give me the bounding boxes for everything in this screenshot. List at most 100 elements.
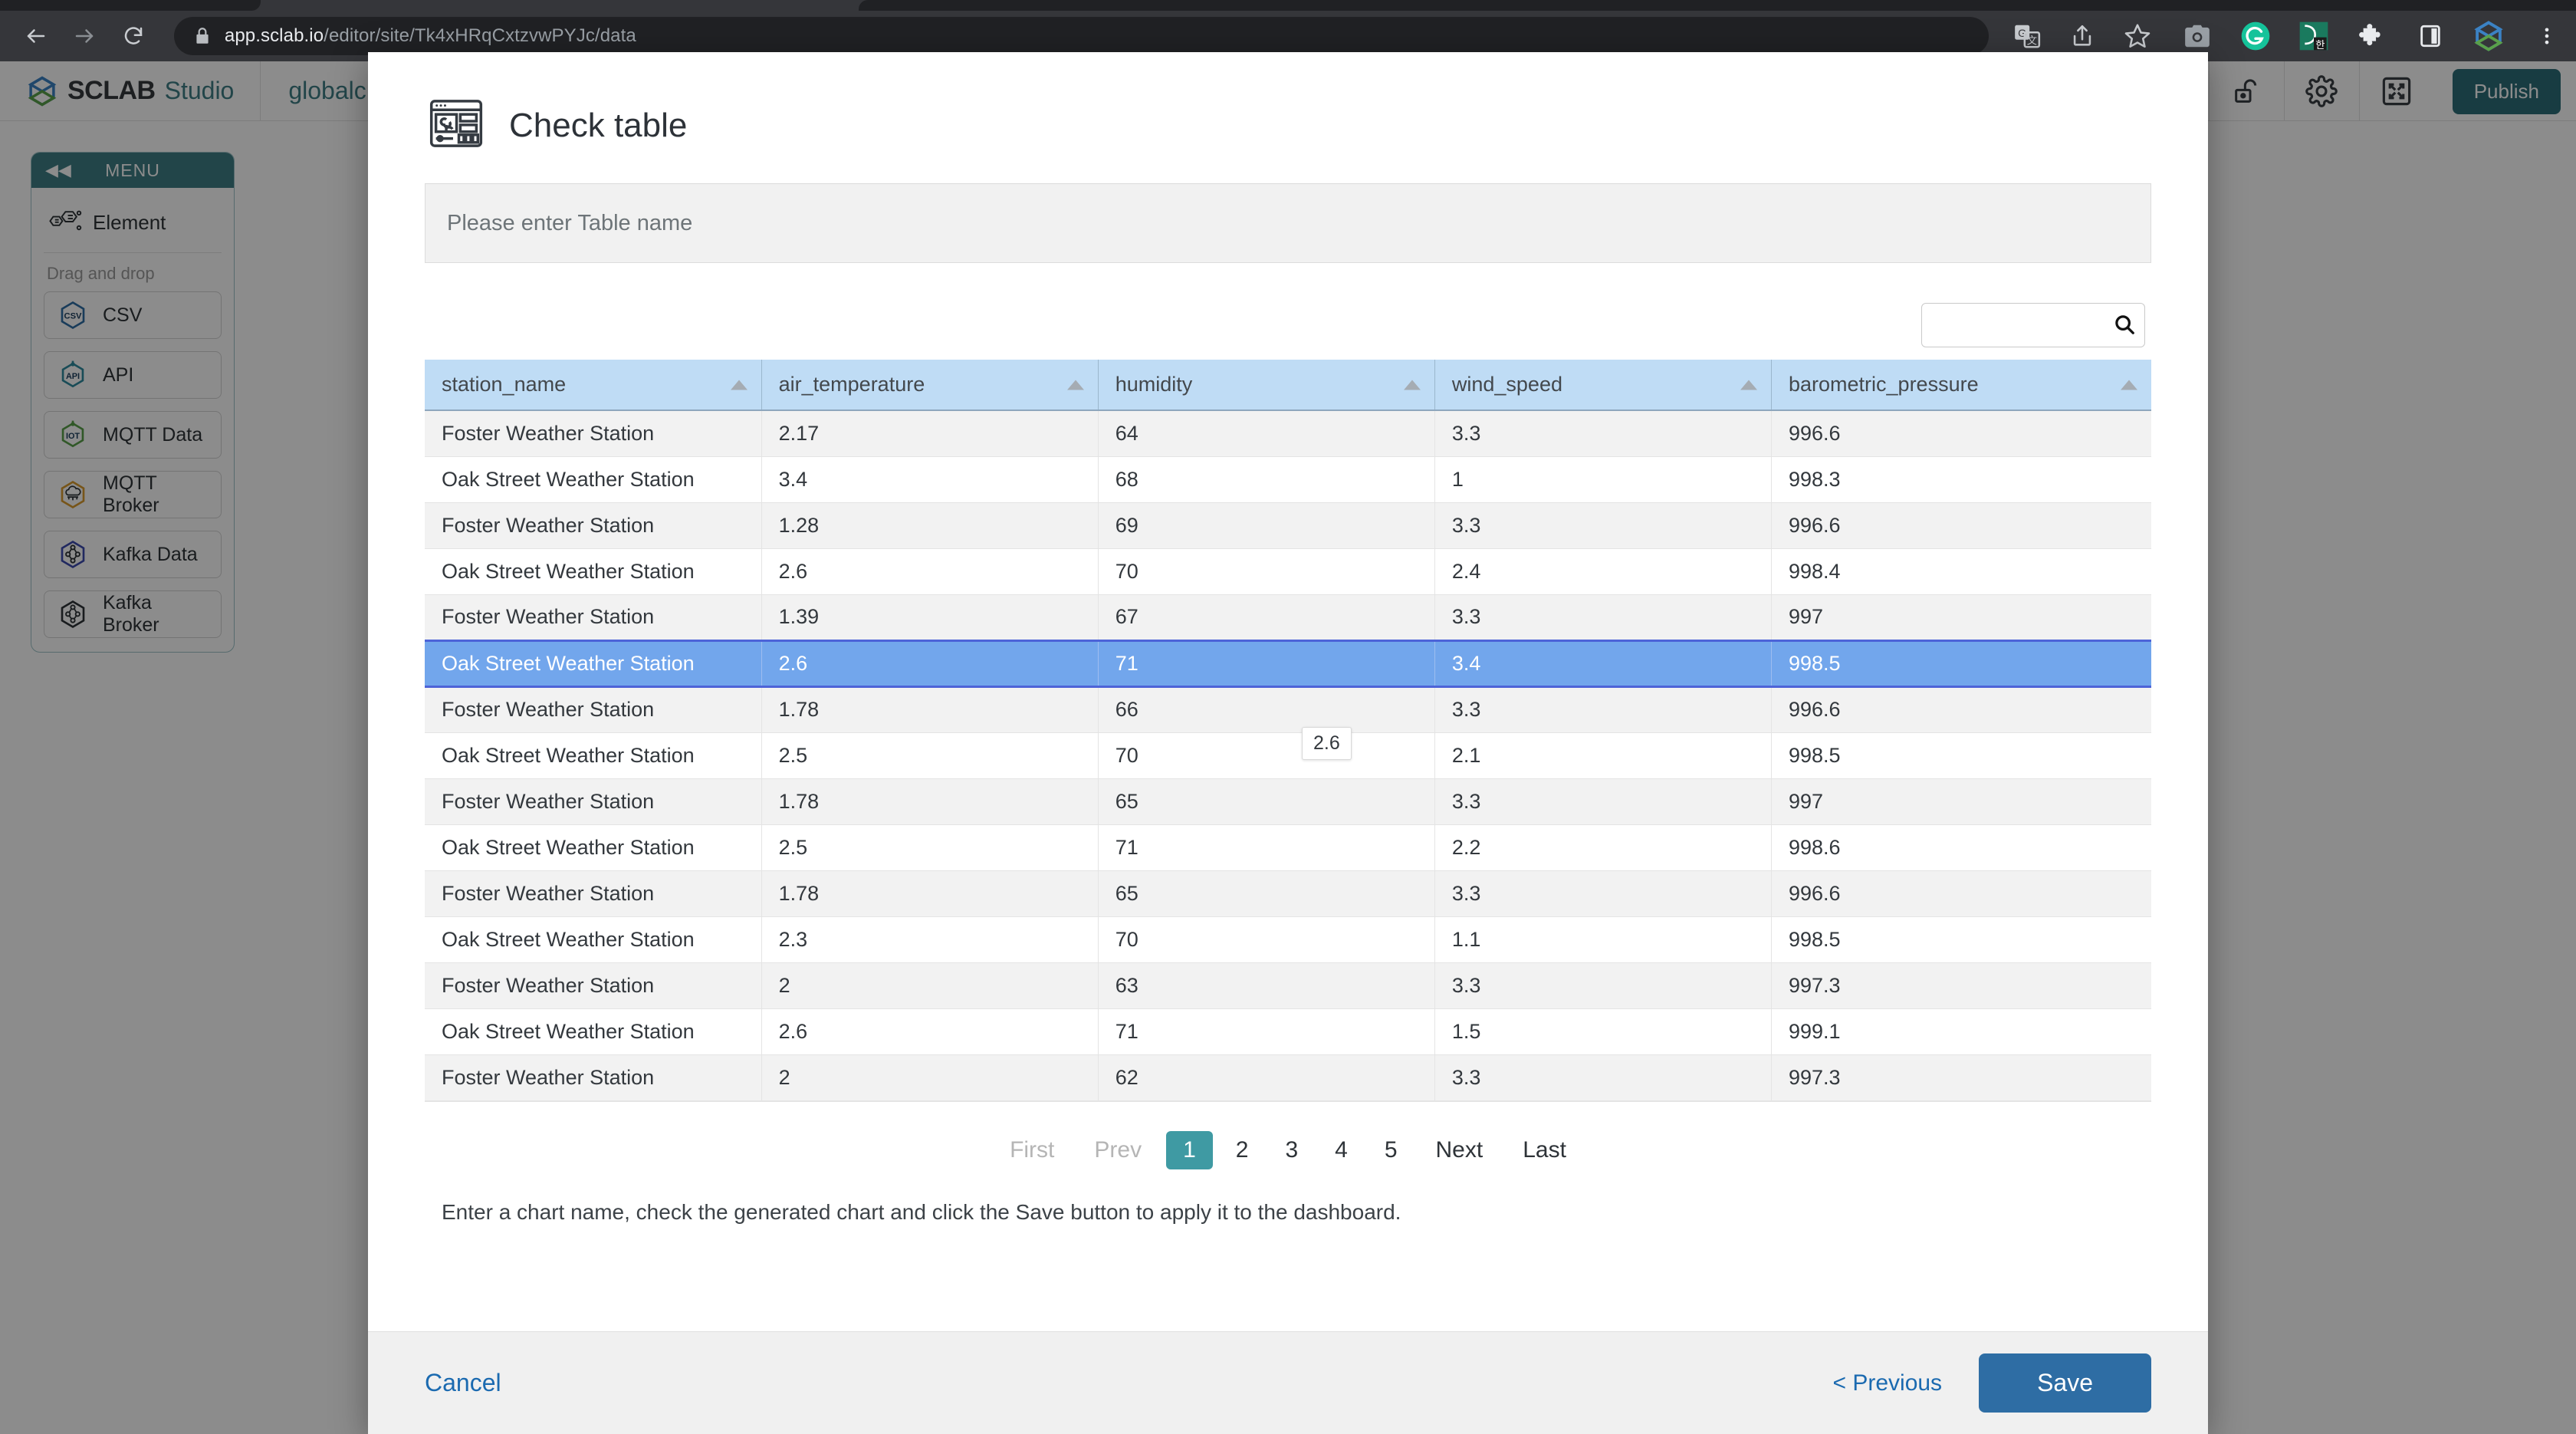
table-cell-wind-speed[interactable]: 1 — [1434, 456, 1773, 503]
pagination-first[interactable]: First — [994, 1131, 1070, 1169]
table-cell-barometric-pressure[interactable]: 996.6 — [1771, 686, 2151, 733]
sclab-logo-icon[interactable] — [2470, 18, 2507, 54]
table-search-input[interactable] — [1921, 303, 2145, 347]
table-row[interactable]: Foster Weather Station 1.78 65 3.3 996.6 — [425, 870, 2151, 917]
pagination-next[interactable]: Next — [1421, 1131, 1499, 1169]
table-row[interactable]: Foster Weather Station 2.17 64 3.3 996.6 — [425, 410, 2151, 457]
forward-button[interactable] — [64, 15, 106, 58]
column-header-barometric-pressure[interactable]: barometric_pressure — [1771, 360, 2151, 411]
table-cell-barometric-pressure[interactable]: 997.3 — [1771, 962, 2151, 1009]
table-cell-air-temperature[interactable]: 1.39 — [761, 594, 1099, 641]
column-header-station-name[interactable]: station_name — [425, 360, 762, 411]
camera-icon[interactable] — [2179, 18, 2216, 54]
pagination-page-4[interactable]: 4 — [1322, 1131, 1360, 1169]
table-cell-wind-speed[interactable]: 3.3 — [1434, 686, 1773, 733]
table-cell-station-name[interactable]: Oak Street Weather Station — [425, 1008, 762, 1055]
sort-ascending-icon[interactable] — [1740, 380, 1757, 390]
search-icon[interactable] — [2113, 313, 2136, 336]
table-cell-humidity[interactable]: 63 — [1098, 962, 1435, 1009]
sort-ascending-icon[interactable] — [2121, 380, 2137, 390]
grammarly-icon[interactable] — [2237, 18, 2274, 54]
table-cell-humidity[interactable]: 65 — [1098, 870, 1435, 917]
table-cell-station-name[interactable]: Oak Street Weather Station — [425, 639, 762, 688]
table-cell-station-name[interactable]: Foster Weather Station — [425, 778, 762, 825]
table-cell-station-name[interactable]: Foster Weather Station — [425, 870, 762, 917]
table-cell-station-name[interactable]: Oak Street Weather Station — [425, 916, 762, 963]
table-cell-air-temperature[interactable]: 1.78 — [761, 778, 1099, 825]
table-cell-humidity[interactable]: 65 — [1098, 778, 1435, 825]
table-cell-barometric-pressure[interactable]: 996.6 — [1771, 410, 2151, 457]
table-cell-barometric-pressure[interactable]: 998.4 — [1771, 548, 2151, 595]
table-cell-humidity[interactable]: 71 — [1098, 639, 1435, 688]
pagination-prev[interactable]: Prev — [1079, 1131, 1157, 1169]
table-cell-station-name[interactable]: Foster Weather Station — [425, 1054, 762, 1101]
table-cell-station-name[interactable]: Oak Street Weather Station — [425, 456, 762, 503]
pagination-page-2[interactable]: 2 — [1224, 1131, 1261, 1169]
table-row[interactable]: Oak Street Weather Station 2.6 71 1.5 999.1 — [425, 1008, 2151, 1055]
table-name-input[interactable] — [425, 183, 2151, 263]
table-cell-wind-speed[interactable]: 3.3 — [1434, 870, 1773, 917]
table-cell-air-temperature[interactable]: 2 — [761, 962, 1099, 1009]
pagination-last[interactable]: Last — [1507, 1131, 1582, 1169]
table-cell-wind-speed[interactable]: 3.3 — [1434, 410, 1773, 457]
table-cell-humidity[interactable]: 67 — [1098, 594, 1435, 641]
table-cell-barometric-pressure[interactable]: 998.5 — [1771, 732, 2151, 779]
column-header-wind-speed[interactable]: wind_speed — [1434, 360, 1773, 411]
table-cell-humidity[interactable]: 69 — [1098, 502, 1435, 549]
table-cell-air-temperature[interactable]: 3.4 — [761, 456, 1099, 503]
table-cell-barometric-pressure[interactable]: 996.6 — [1771, 870, 2151, 917]
table-cell-air-temperature[interactable]: 2 — [761, 1054, 1099, 1101]
table-cell-air-temperature[interactable]: 1.28 — [761, 502, 1099, 549]
table-cell-wind-speed[interactable]: 3.3 — [1434, 502, 1773, 549]
table-cell-wind-speed[interactable]: 1.5 — [1434, 1008, 1773, 1055]
table-cell-station-name[interactable]: Foster Weather Station — [425, 962, 762, 1009]
reload-button[interactable] — [113, 15, 154, 58]
table-cell-air-temperature[interactable]: 2.6 — [761, 639, 1099, 688]
table-cell-humidity[interactable]: 70 — [1098, 732, 1435, 779]
pagination-page-5[interactable]: 5 — [1372, 1131, 1410, 1169]
table-cell-station-name[interactable]: Oak Street Weather Station — [425, 548, 762, 595]
table-cell-humidity[interactable]: 68 — [1098, 456, 1435, 503]
table-cell-barometric-pressure[interactable]: 998.5 — [1771, 639, 2151, 688]
address-bar[interactable]: app.sclab.io/editor/site/Tk4xHRqCxtzvwPY… — [173, 17, 1990, 55]
table-cell-station-name[interactable]: Oak Street Weather Station — [425, 732, 762, 779]
table-cell-wind-speed[interactable]: 1.1 — [1434, 916, 1773, 963]
table-row[interactable]: Foster Weather Station 2 63 3.3 997.3 — [425, 962, 2151, 1009]
table-cell-station-name[interactable]: Foster Weather Station — [425, 594, 762, 641]
table-row[interactable]: Oak Street Weather Station 2.3 70 1.1 998.5 — [425, 916, 2151, 963]
table-row[interactable]: Oak Street Weather Station 2.6 71 3.4 998.5 — [425, 639, 2151, 688]
table-cell-barometric-pressure[interactable]: 998.6 — [1771, 824, 2151, 871]
cancel-button[interactable]: Cancel — [425, 1369, 501, 1397]
table-cell-barometric-pressure[interactable]: 997 — [1771, 778, 2151, 825]
table-cell-air-temperature[interactable]: 1.78 — [761, 870, 1099, 917]
puzzle-icon[interactable] — [2354, 18, 2390, 54]
table-cell-humidity[interactable]: 62 — [1098, 1054, 1435, 1101]
sort-ascending-icon[interactable] — [1066, 380, 1084, 390]
table-row[interactable]: Oak Street Weather Station 2.6 70 2.4 998.4 — [425, 548, 2151, 595]
save-button[interactable]: Save — [1979, 1353, 2151, 1413]
table-cell-air-temperature[interactable]: 2.3 — [761, 916, 1099, 963]
table-row[interactable]: Oak Street Weather Station 2.5 70 2.1 998.5 — [425, 732, 2151, 779]
table-row[interactable]: Foster Weather Station 2 62 3.3 997.3 — [425, 1054, 2151, 1101]
sort-ascending-icon[interactable] — [730, 380, 748, 390]
table-cell-air-temperature[interactable]: 1.78 — [761, 686, 1099, 733]
table-cell-air-temperature[interactable]: 2.5 — [761, 732, 1099, 779]
translate-icon[interactable]: G文 — [2010, 19, 2044, 53]
table-cell-barometric-pressure[interactable]: 996.6 — [1771, 502, 2151, 549]
table-cell-air-temperature[interactable]: 2.17 — [761, 410, 1099, 457]
table-cell-wind-speed[interactable]: 3.3 — [1434, 962, 1773, 1009]
share-icon[interactable] — [2065, 19, 2099, 53]
table-cell-wind-speed[interactable]: 3.3 — [1434, 778, 1773, 825]
table-row[interactable]: Oak Street Weather Station 3.4 68 1 998.3 — [425, 456, 2151, 503]
table-cell-barometric-pressure[interactable]: 997 — [1771, 594, 2151, 641]
column-header-humidity[interactable]: humidity — [1098, 360, 1435, 411]
korean-ime-icon[interactable]: 한 — [2295, 18, 2332, 54]
table-cell-wind-speed[interactable]: 2.2 — [1434, 824, 1773, 871]
table-cell-humidity[interactable]: 70 — [1098, 916, 1435, 963]
table-cell-station-name[interactable]: Foster Weather Station — [425, 686, 762, 733]
table-row[interactable]: Oak Street Weather Station 2.5 71 2.2 998.6 — [425, 824, 2151, 871]
table-cell-wind-speed[interactable]: 2.4 — [1434, 548, 1773, 595]
table-cell-barometric-pressure[interactable]: 998.3 — [1771, 456, 2151, 503]
back-button[interactable] — [15, 15, 57, 58]
table-row[interactable]: Foster Weather Station 1.28 69 3.3 996.6 — [425, 502, 2151, 549]
